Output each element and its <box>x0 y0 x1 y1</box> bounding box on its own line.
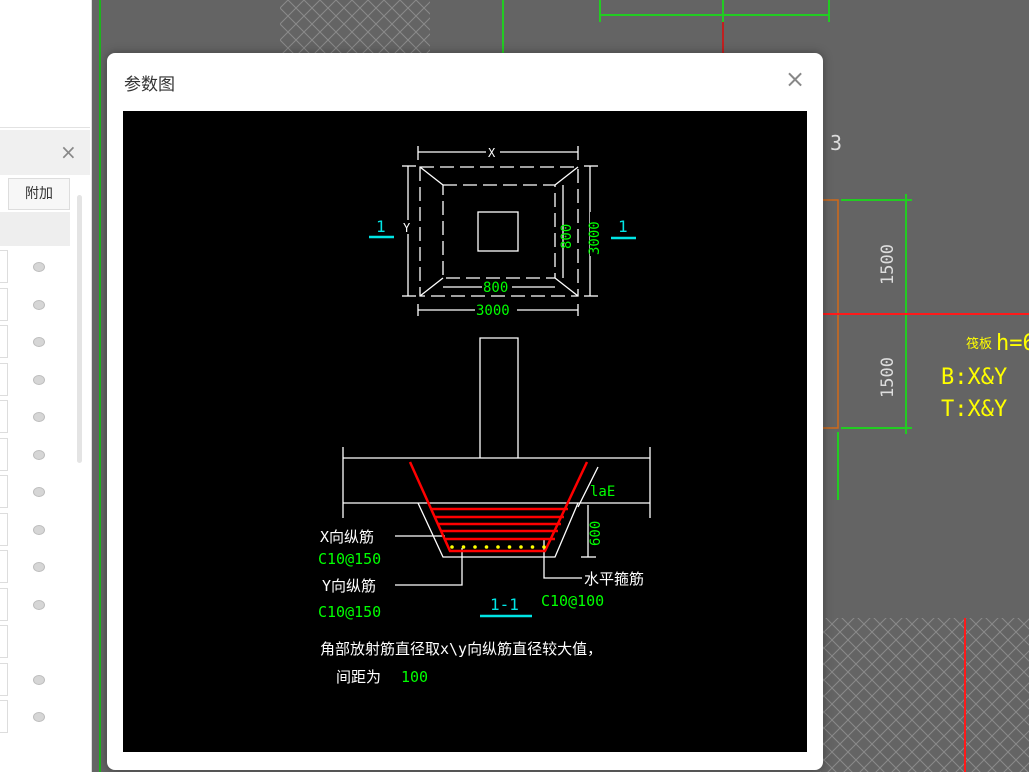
y-bar-label: Y向纵筋 <box>322 577 376 595</box>
anchor-label: laE <box>590 484 615 500</box>
table-row[interactable] <box>0 362 8 396</box>
note-line2-prefix: 间距为 <box>336 668 381 686</box>
dim-col-x: 800 <box>483 280 508 296</box>
radio-button[interactable] <box>33 487 45 497</box>
scrollbar[interactable] <box>77 195 82 463</box>
section-mark-right: 1 <box>618 217 628 236</box>
radio-button[interactable] <box>33 674 45 685</box>
dialog-title: 参数图 <box>124 75 175 95</box>
x-bar-spec: C10@150 <box>318 550 381 568</box>
plan-x-label: X <box>488 146 496 160</box>
panel-close-icon[interactable]: × <box>60 140 77 164</box>
label-b: B:X&Y <box>941 365 1007 390</box>
radio-button[interactable] <box>33 449 45 460</box>
radio-button[interactable] <box>33 599 45 610</box>
rebar-dot <box>530 545 535 549</box>
rebar-dot <box>496 545 500 549</box>
section-title: 1-1 <box>490 595 519 614</box>
table-row[interactable] <box>0 437 8 471</box>
column-header-fujia[interactable]: 附加 <box>8 178 70 210</box>
table-row[interactable] <box>0 325 8 358</box>
table-row[interactable] <box>0 625 8 658</box>
dim-upper: 1500 <box>878 244 898 285</box>
note-line2-value: 100 <box>401 668 428 686</box>
radio-button[interactable] <box>33 262 45 272</box>
rebar-dot <box>473 545 477 549</box>
depth-label: 600 <box>588 521 604 546</box>
dim-col-y: 800 <box>559 224 575 249</box>
rebar-red <box>408 461 589 553</box>
radio-button[interactable] <box>33 524 45 535</box>
x-bar-label: X向纵筋 <box>320 528 374 546</box>
table-row[interactable] <box>0 250 8 283</box>
stirrup-label: 水平箍筋 <box>584 570 644 588</box>
radio-button[interactable] <box>33 712 45 722</box>
radio-button[interactable] <box>33 562 45 572</box>
note-line1: 角部放射筋直径取x\y向纵筋直径较大值， <box>320 640 602 658</box>
y-bar-dots <box>450 545 546 549</box>
dim-base-x: 3000 <box>476 303 510 319</box>
radio-button[interactable] <box>33 412 45 422</box>
rebar-dot <box>461 545 466 549</box>
label-h: h=6 <box>996 331 1029 356</box>
cut-label: 3 <box>830 131 842 155</box>
header-band <box>0 212 70 246</box>
dim-lower: 1500 <box>878 357 898 398</box>
left-panel: × 附加 <box>0 0 92 772</box>
table-row[interactable] <box>0 400 8 433</box>
diagram-svg: X Y 800 3000 800 3000 1 1 laE 600 X向纵筋 C… <box>318 146 651 686</box>
radio-button[interactable] <box>33 374 45 385</box>
plan-y-label: Y <box>403 221 411 235</box>
section-mark-left: 1 <box>376 217 386 236</box>
table-row[interactable] <box>0 700 8 733</box>
y-bar-spec: C10@150 <box>318 603 381 621</box>
label-t: T:X&Y <box>941 397 1007 422</box>
table-row[interactable] <box>0 287 8 321</box>
rebar-dot <box>519 545 523 549</box>
rebar-dot <box>507 545 512 549</box>
diagram-canvas: X Y 800 3000 800 3000 1 1 laE 600 X向纵筋 C… <box>123 111 807 752</box>
rebar-dot <box>450 545 454 549</box>
rebar-dot <box>542 545 546 549</box>
label-prefix: 筏板 <box>966 336 992 352</box>
rebar-dot <box>484 545 489 549</box>
radio-button[interactable] <box>33 299 45 310</box>
dim-base-y: 3000 <box>587 221 603 255</box>
table-row[interactable] <box>0 662 8 696</box>
table-row[interactable] <box>0 475 8 508</box>
left-panel-top <box>0 0 90 128</box>
table-row[interactable] <box>0 550 8 583</box>
parameter-diagram-dialog: 参数图 × X Y 800 3000 800 3000 1 1 laE 600 … <box>107 53 823 770</box>
table-row[interactable] <box>0 587 8 621</box>
table-row[interactable] <box>0 512 8 546</box>
hatch-area <box>280 0 430 55</box>
radio-button[interactable] <box>33 337 45 347</box>
stirrup-spec: C10@100 <box>541 592 604 610</box>
hatch-area <box>820 618 1029 772</box>
close-icon[interactable]: × <box>785 65 805 93</box>
